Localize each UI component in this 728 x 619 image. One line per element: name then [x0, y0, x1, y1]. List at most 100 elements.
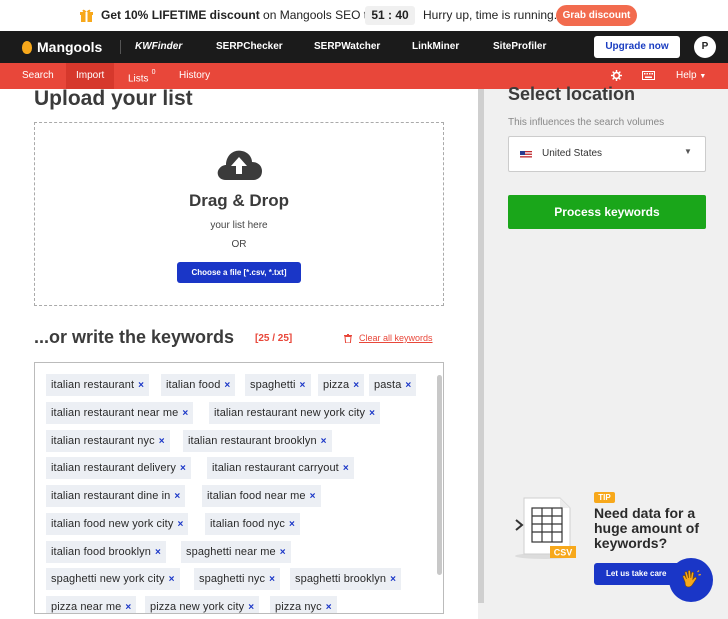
keyword-tag: spaghetti near me ×	[181, 541, 291, 563]
keyword-tag: spaghetti new york city ×	[46, 568, 180, 590]
gear-icon[interactable]	[611, 70, 622, 81]
keyword-tag-label: italian restaurant dine in	[51, 490, 171, 502]
keyword-tag-label: italian restaurant new york city	[214, 407, 366, 419]
remove-keyword-icon[interactable]: ×	[300, 380, 306, 391]
file-dropzone[interactable]: Drag & Drop your list here OR Choose a f…	[34, 122, 444, 306]
keyword-tag: italian food ×	[161, 374, 236, 396]
keywords-scrollbar[interactable]	[437, 375, 442, 575]
select-location-title: Select location	[508, 84, 636, 104]
keyword-tag-label: italian food	[166, 379, 221, 391]
keyword-tag-label: italian restaurant	[51, 379, 135, 391]
keywords-textarea[interactable]: italian restaurant × italian food × spaghett…	[34, 362, 444, 614]
remove-keyword-icon[interactable]: ×	[321, 436, 327, 447]
keyword-tag: italian restaurant delivery ×	[46, 457, 191, 479]
keyboard-icon[interactable]	[642, 71, 655, 80]
keyword-tag: italian restaurant carryout ×	[207, 457, 354, 479]
keyword-tag-label: italian restaurant carryout	[212, 462, 339, 474]
keyword-tag: italian food near me ×	[202, 485, 321, 507]
keyword-tag: pasta ×	[369, 374, 417, 396]
remove-keyword-icon[interactable]: ×	[174, 491, 180, 502]
remove-keyword-icon[interactable]: ×	[269, 574, 275, 585]
remove-keyword-icon[interactable]: ×	[182, 408, 188, 419]
remove-keyword-icon[interactable]: ×	[343, 463, 349, 474]
subnav-import[interactable]: Import	[66, 63, 115, 89]
subnav-lists[interactable]: Lists0	[128, 63, 155, 89]
keyword-tag-label: italian restaurant brooklyn	[188, 435, 317, 447]
mangools-logo[interactable]: Mangools	[22, 39, 102, 55]
location-select[interactable]: United States ▼	[508, 136, 706, 172]
us-flag-icon	[520, 151, 532, 159]
clear-all-keywords-link[interactable]: Clear all keywords	[344, 333, 433, 343]
help-menu[interactable]: Help ▼	[676, 63, 706, 89]
selected-location: United States	[542, 148, 603, 159]
keyword-tag-label: italian restaurant delivery	[51, 462, 176, 474]
keyword-tag: spaghetti nyc ×	[194, 568, 281, 590]
remove-keyword-icon[interactable]: ×	[369, 408, 375, 419]
remove-keyword-icon[interactable]: ×	[289, 519, 295, 530]
keyword-count: [25 / 25]	[255, 333, 293, 344]
remove-keyword-icon[interactable]: ×	[353, 380, 359, 391]
remove-keyword-icon[interactable]: ×	[169, 574, 175, 585]
upgrade-now-button[interactable]: Upgrade now	[594, 36, 680, 58]
remove-keyword-icon[interactable]: ×	[326, 602, 332, 613]
keyword-tag-label: pasta	[374, 379, 402, 391]
upload-title: Upload your list	[34, 87, 193, 110]
app-serpwatcher[interactable]: SERPWatcher	[314, 41, 380, 52]
remove-keyword-icon[interactable]: ×	[405, 380, 411, 391]
remove-keyword-icon[interactable]: ×	[390, 574, 396, 585]
keyword-tag-label: spaghetti brooklyn	[295, 573, 387, 585]
keyword-tag: spaghetti ×	[245, 374, 311, 396]
keyword-tag-label: spaghetti near me	[186, 546, 276, 558]
keyword-tag-label: italian restaurant near me	[51, 407, 179, 419]
keyword-tag: italian restaurant new york city ×	[209, 402, 381, 424]
keyword-tag: italian restaurant brooklyn ×	[183, 430, 332, 452]
keyword-tag: italian restaurant near me ×	[46, 402, 194, 424]
app-kwfinder[interactable]: KWFinder	[135, 41, 182, 52]
logo-mark-icon	[22, 40, 32, 54]
keyword-tag: italian restaurant ×	[46, 374, 150, 396]
keyword-tag-label: italian food near me	[207, 490, 306, 502]
subnav-history[interactable]: History	[179, 63, 210, 89]
promo-bar: Get 10% LIFETIME discount on Mangools SE…	[0, 0, 728, 31]
grab-discount-button[interactable]: Grab discount	[556, 5, 637, 26]
your-list-label: your list here	[210, 220, 268, 231]
app-siteprofiler[interactable]: SiteProfiler	[493, 41, 546, 52]
keyword-tag-label: spaghetti	[250, 379, 296, 391]
keyword-tag-label: pizza near me	[51, 601, 122, 613]
remove-keyword-icon[interactable]: ×	[280, 547, 286, 558]
waving-hand-icon	[682, 570, 701, 588]
promo-text: Get 10% LIFETIME discount on Mangools SE…	[101, 8, 393, 22]
remove-keyword-icon[interactable]: ×	[177, 519, 183, 530]
keyword-tag: italian food brooklyn ×	[46, 541, 166, 563]
location-subtitle: This influences the search volumes	[508, 117, 665, 128]
remove-keyword-icon[interactable]: ×	[224, 380, 230, 391]
keyword-tag-label: pizza nyc	[275, 601, 322, 613]
remove-keyword-icon[interactable]: ×	[310, 491, 316, 502]
trash-icon	[344, 333, 352, 343]
remove-keyword-icon[interactable]: ×	[155, 547, 161, 558]
panel-scrollbar[interactable]	[478, 89, 484, 603]
countdown-timer: 51 : 40	[365, 6, 415, 25]
user-avatar[interactable]: P	[694, 36, 716, 58]
chat-widget-button[interactable]	[669, 558, 713, 602]
keyword-tag-label: italian food new york city	[51, 518, 174, 530]
app-serpchecker[interactable]: SERPChecker	[216, 41, 283, 52]
csv-file-icon: CSV	[515, 497, 576, 559]
tip-text: Need data for a huge amount of keywords?	[594, 505, 699, 551]
remove-keyword-icon[interactable]: ×	[180, 463, 186, 474]
chevron-down-icon: ▼	[684, 147, 692, 156]
hurry-text: Hurry up, time is running.	[423, 8, 558, 22]
choose-file-button[interactable]: Choose a file [*.csv, *.txt]	[177, 262, 301, 283]
subnav-search[interactable]: Search	[22, 63, 54, 89]
chevron-down-icon: ▼	[699, 73, 707, 80]
remove-keyword-icon[interactable]: ×	[159, 436, 165, 447]
keyword-tag-label: spaghetti nyc	[199, 573, 266, 585]
remove-keyword-icon[interactable]: ×	[125, 602, 131, 613]
keyword-tag-label: italian food brooklyn	[51, 546, 151, 558]
remove-keyword-icon[interactable]: ×	[138, 380, 144, 391]
app-linkminer[interactable]: LinkMiner	[412, 41, 459, 52]
keyword-tag: pizza ×	[318, 374, 365, 396]
remove-keyword-icon[interactable]: ×	[248, 602, 254, 613]
process-keywords-button[interactable]: Process keywords	[508, 195, 706, 229]
nav-divider	[120, 40, 121, 54]
